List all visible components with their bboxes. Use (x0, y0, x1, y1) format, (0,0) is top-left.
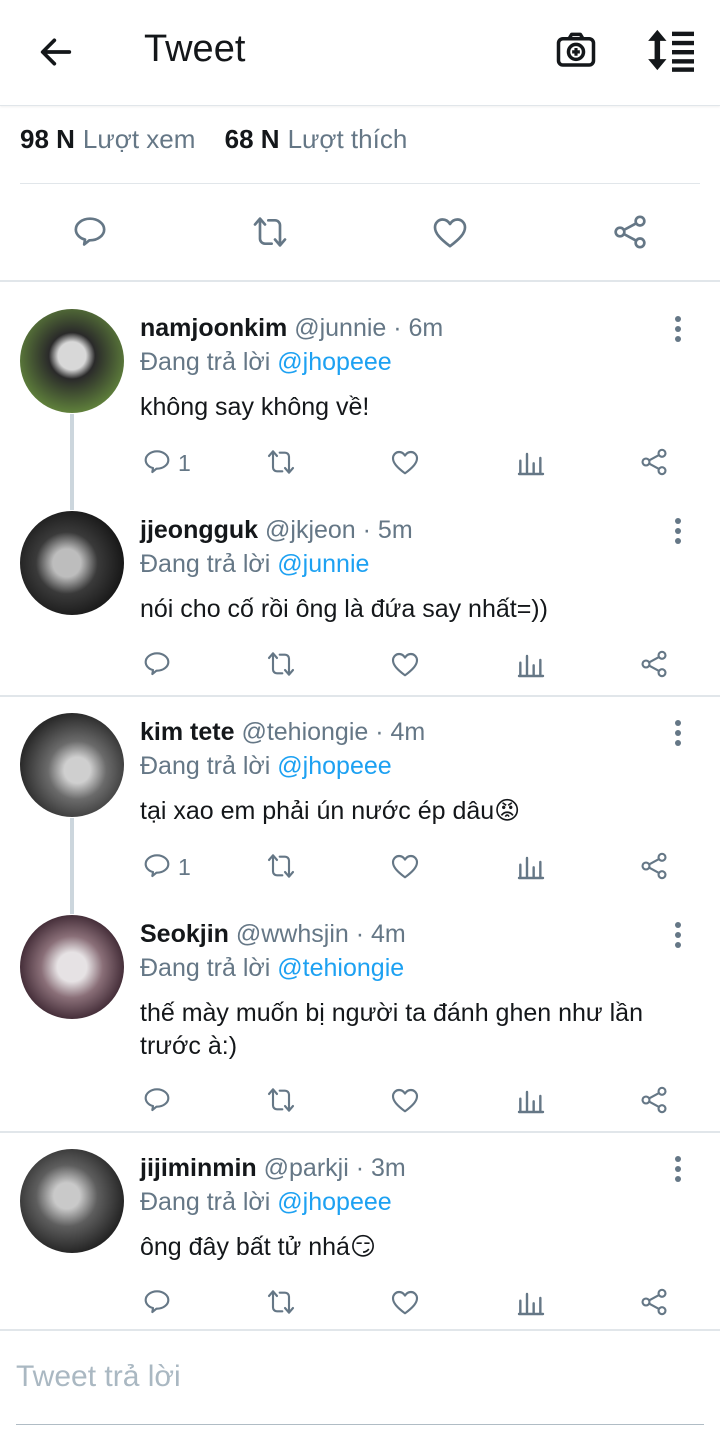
user-handle: @junnie · 6m (294, 314, 444, 342)
divider (20, 183, 700, 184)
user-handle: @jkjeon · 5m (265, 516, 413, 544)
reply-tweet[interactable]: Seokjin @wwhsjin · 4m Đang trả lời @tehi… (0, 906, 720, 1126)
avatar[interactable] (20, 309, 124, 413)
retweet-icon[interactable] (264, 446, 298, 478)
share-icon[interactable] (638, 648, 670, 680)
tweet-text: không say không về! (140, 393, 370, 421)
heart-icon[interactable] (430, 212, 470, 252)
reply-icon[interactable] (141, 648, 173, 680)
camera-plus-icon[interactable] (554, 30, 598, 72)
user-name[interactable]: jijiminmin (140, 1154, 257, 1182)
user-name[interactable]: jjeongguk (140, 516, 258, 544)
avatar[interactable] (20, 1149, 124, 1253)
divider (0, 1329, 720, 1331)
page-title: Tweet (144, 28, 246, 70)
reply-icon[interactable] (141, 1084, 173, 1116)
share-icon[interactable] (638, 1286, 670, 1318)
replying-to-label: Đang trả lời (140, 348, 271, 376)
more-options-icon[interactable] (674, 518, 682, 548)
analytics-icon[interactable] (515, 850, 547, 882)
reply-tweet[interactable]: jijiminmin @parkji · 3m Đang trả lời @jh… (0, 1140, 720, 1330)
share-icon[interactable] (638, 1084, 670, 1116)
retweet-icon[interactable] (264, 648, 298, 680)
tweet-text: tại xao em phải ún nước ép dâu😡 (140, 797, 521, 825)
user-name[interactable]: namjoonkim (140, 314, 287, 342)
more-options-icon[interactable] (674, 720, 682, 750)
views-label[interactable]: Lượt xem (83, 124, 195, 154)
reply-icon[interactable] (141, 1286, 173, 1318)
reply-compose-input[interactable]: Tweet trả lời (16, 1360, 181, 1394)
tweet-text: nói cho cố rồi ông là đứa say nhất=)) (140, 595, 548, 623)
analytics-icon[interactable] (515, 648, 547, 680)
retweet-icon[interactable] (264, 1084, 298, 1116)
divider (0, 1131, 720, 1133)
more-options-icon[interactable] (674, 316, 682, 346)
views-count: 98 N (20, 124, 75, 154)
reply-count: 1 (178, 854, 191, 880)
avatar[interactable] (20, 713, 124, 817)
reply-icon[interactable] (70, 212, 110, 252)
mention-link[interactable]: @tehiongie (277, 954, 404, 982)
likes-count: 68 N (224, 124, 280, 154)
mention-link[interactable]: @jhopeee (277, 752, 391, 780)
more-options-icon[interactable] (674, 922, 682, 952)
user-name[interactable]: kim tete (140, 718, 234, 746)
more-options-icon[interactable] (674, 1156, 682, 1186)
reply-icon[interactable] (141, 446, 173, 478)
analytics-icon[interactable] (515, 1286, 547, 1318)
avatar[interactable] (20, 511, 124, 615)
reply-icon[interactable] (141, 850, 173, 882)
replying-to-label: Đang trả lời (140, 550, 271, 578)
user-name[interactable]: Seokjin (140, 920, 229, 948)
reply-tweet[interactable]: jjeongguk @jkjeon · 5m Đang trả lời @jun… (0, 502, 720, 692)
heart-icon[interactable] (389, 648, 421, 680)
arrow-left-icon[interactable] (36, 32, 76, 72)
divider (0, 695, 720, 697)
user-handle: @tehiongie · 4m (241, 718, 426, 746)
retweet-icon[interactable] (264, 850, 298, 882)
divider (0, 280, 720, 282)
reply-tweet[interactable]: kim tete @tehiongie · 4m Đang trả lời @j… (0, 704, 720, 894)
sort-list-icon[interactable] (646, 28, 698, 72)
replying-to-label: Đang trả lời (140, 1188, 271, 1216)
heart-icon[interactable] (389, 446, 421, 478)
replying-to-label: Đang trả lời (140, 752, 271, 780)
tweet-stats: 98 N Lượt xem 68 N Lượt thích (20, 124, 407, 155)
tweet-text: ông đây bất tử nhá😏 (140, 1233, 377, 1261)
retweet-icon[interactable] (264, 1286, 298, 1318)
mention-link[interactable]: @jhopeee (277, 1188, 391, 1216)
analytics-icon[interactable] (515, 1084, 547, 1116)
heart-icon[interactable] (389, 1286, 421, 1318)
retweet-icon[interactable] (249, 212, 291, 252)
share-icon[interactable] (638, 446, 670, 478)
tweet-text: thế mày muốn bị người ta đánh ghen như l… (140, 999, 643, 1060)
reply-tweet[interactable]: namjoonkim @junnie · 6m Đang trả lời @jh… (0, 300, 720, 490)
heart-icon[interactable] (389, 850, 421, 882)
replying-to-label: Đang trả lời (140, 954, 271, 982)
analytics-icon[interactable] (515, 446, 547, 478)
share-icon[interactable] (638, 850, 670, 882)
top-app-bar: Tweet (0, 0, 720, 106)
mention-link[interactable]: @jhopeee (277, 348, 391, 376)
likes-label[interactable]: Lượt thích (288, 124, 408, 154)
mention-link[interactable]: @junnie (277, 550, 369, 578)
user-handle: @wwhsjin · 4m (235, 920, 406, 948)
heart-icon[interactable] (389, 1084, 421, 1116)
reply-count: 1 (178, 450, 191, 476)
compose-underline (16, 1424, 704, 1425)
avatar[interactable] (20, 915, 124, 1019)
user-handle: @parkji · 3m (263, 1154, 406, 1182)
share-icon[interactable] (610, 212, 650, 252)
